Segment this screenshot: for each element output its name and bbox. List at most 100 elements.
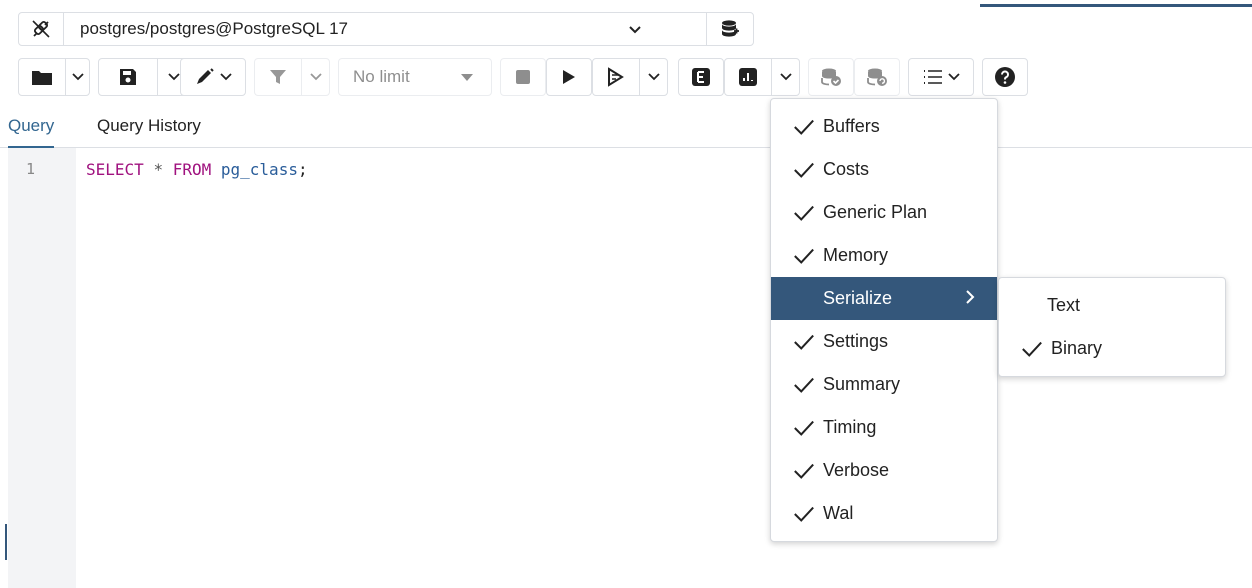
open-file-button-group bbox=[18, 58, 90, 96]
submenu-item-label: Binary bbox=[1051, 338, 1103, 358]
menu-item-label: Costs bbox=[823, 159, 870, 179]
sql-editor[interactable]: SELECT * FROM pg_class; bbox=[86, 160, 308, 179]
new-connection-button[interactable] bbox=[706, 13, 753, 45]
chevron-down-icon bbox=[220, 73, 232, 81]
execute-script-button-group bbox=[592, 58, 668, 96]
menu-item-label: Settings bbox=[823, 331, 889, 351]
filter-button[interactable] bbox=[255, 59, 301, 95]
table-identifier: pg_class bbox=[220, 160, 298, 179]
pencil-icon bbox=[197, 68, 214, 84]
submenu-item-binary[interactable]: Binary bbox=[999, 327, 1225, 370]
chevron-down-icon bbox=[629, 26, 641, 34]
macros-dropdown-button[interactable] bbox=[908, 58, 974, 96]
connection-status-button[interactable] bbox=[19, 13, 64, 45]
menu-item-buffers[interactable]: Buffers bbox=[771, 105, 997, 148]
rollback-button[interactable] bbox=[854, 58, 900, 96]
tab-query-history-label: Query History bbox=[97, 116, 201, 135]
save-icon bbox=[120, 69, 137, 85]
serialize-submenu: Text Binary bbox=[998, 277, 1226, 377]
checkmark-icon bbox=[793, 161, 815, 179]
checkmark-icon bbox=[793, 118, 815, 136]
filter-button-group bbox=[254, 58, 330, 96]
explain-analyze-button-group bbox=[724, 58, 800, 96]
keyword-from: FROM bbox=[172, 160, 212, 179]
explain-analyze-button[interactable] bbox=[725, 59, 771, 95]
submenu-item-text[interactable]: Text bbox=[999, 284, 1225, 327]
checkmark-icon bbox=[793, 333, 815, 351]
commit-icon bbox=[821, 68, 841, 86]
menu-item-summary[interactable]: Summary bbox=[771, 363, 997, 406]
execute-options-dropdown[interactable] bbox=[639, 59, 667, 95]
editor-tabs: Query Query History bbox=[0, 104, 1252, 149]
line-number-gutter: 1 bbox=[8, 148, 76, 588]
query-tool: postgres/postgres@PostgreSQL 17 No limit… bbox=[0, 0, 1252, 588]
checkmark-icon bbox=[793, 204, 815, 222]
database-icon bbox=[722, 20, 739, 37]
filter-icon bbox=[270, 70, 287, 84]
explain-options-dropdown[interactable] bbox=[771, 59, 799, 95]
tab-query[interactable]: Query bbox=[8, 104, 55, 149]
menu-item-costs[interactable]: Costs bbox=[771, 148, 997, 191]
help-icon bbox=[995, 67, 1015, 87]
submenu-item-label: Text bbox=[1047, 295, 1081, 315]
menu-item-label: Serialize bbox=[823, 288, 893, 308]
checkmark-icon bbox=[793, 462, 815, 480]
filter-dropdown[interactable] bbox=[301, 59, 329, 95]
menu-item-label: Verbose bbox=[823, 460, 890, 480]
connection-bar: postgres/postgres@PostgreSQL 17 bbox=[18, 12, 754, 46]
menu-item-settings[interactable]: Settings bbox=[771, 320, 997, 363]
open-file-dropdown[interactable] bbox=[65, 59, 89, 95]
explain-analyze-icon bbox=[739, 68, 758, 86]
list-icon bbox=[924, 70, 942, 84]
help-button[interactable] bbox=[982, 58, 1028, 96]
connection-select[interactable]: postgres/postgres@PostgreSQL 17 bbox=[64, 13, 706, 45]
row-limit-label: No limit bbox=[353, 67, 410, 86]
resize-handle[interactable] bbox=[5, 524, 7, 560]
menu-item-label: Summary bbox=[823, 374, 901, 394]
execute-script-button[interactable] bbox=[593, 59, 639, 95]
row-limit-select[interactable]: No limit bbox=[338, 58, 492, 96]
play-icon bbox=[563, 70, 575, 84]
menu-item-serialize[interactable]: Serialize bbox=[771, 277, 997, 320]
open-file-button[interactable] bbox=[19, 59, 65, 95]
folder-icon bbox=[32, 71, 52, 85]
menu-item-memory[interactable]: Memory bbox=[771, 234, 997, 277]
disconnected-link-icon bbox=[32, 20, 50, 38]
semicolon: ; bbox=[297, 160, 308, 179]
save-file-button[interactable] bbox=[99, 59, 157, 95]
line-number: 1 bbox=[26, 160, 36, 178]
menu-item-label: Buffers bbox=[823, 116, 880, 136]
tab-query-history[interactable]: Query History bbox=[97, 104, 201, 148]
commit-button[interactable] bbox=[808, 58, 854, 96]
menu-item-timing[interactable]: Timing bbox=[771, 406, 997, 449]
connection-label: postgres/postgres@PostgreSQL 17 bbox=[80, 19, 348, 38]
save-button-group bbox=[98, 58, 190, 96]
checkmark-icon bbox=[1021, 340, 1043, 358]
checkmark-icon bbox=[793, 247, 815, 265]
chevron-down-icon bbox=[167, 73, 180, 81]
explain-button[interactable] bbox=[678, 58, 724, 96]
chevron-down-icon bbox=[71, 73, 84, 81]
star-operator: * bbox=[153, 160, 164, 179]
menu-item-wal[interactable]: Wal bbox=[771, 492, 997, 535]
stop-icon bbox=[516, 70, 530, 84]
menu-item-generic-plan[interactable]: Generic Plan bbox=[771, 191, 997, 234]
query-toolbar: No limit bbox=[18, 58, 1058, 96]
menu-item-label: Wal bbox=[823, 503, 854, 523]
cancel-query-button[interactable] bbox=[500, 58, 546, 96]
chevron-right-icon bbox=[965, 288, 975, 309]
tab-query-label: Query bbox=[8, 116, 55, 135]
execute-script-icon bbox=[608, 67, 624, 87]
checkmark-icon bbox=[793, 419, 815, 437]
menu-item-verbose[interactable]: Verbose bbox=[771, 449, 997, 492]
keyword-select: SELECT bbox=[86, 160, 144, 179]
menu-item-label: Memory bbox=[823, 245, 889, 265]
chevron-down-icon bbox=[647, 73, 660, 81]
edit-dropdown-button[interactable] bbox=[180, 58, 246, 96]
execute-query-button[interactable] bbox=[546, 58, 592, 96]
chevron-down-icon bbox=[948, 73, 960, 81]
chevron-down-icon bbox=[309, 73, 322, 81]
menu-item-label: Timing bbox=[823, 417, 877, 437]
caret-down-icon bbox=[461, 74, 473, 81]
checkmark-icon bbox=[793, 376, 815, 394]
